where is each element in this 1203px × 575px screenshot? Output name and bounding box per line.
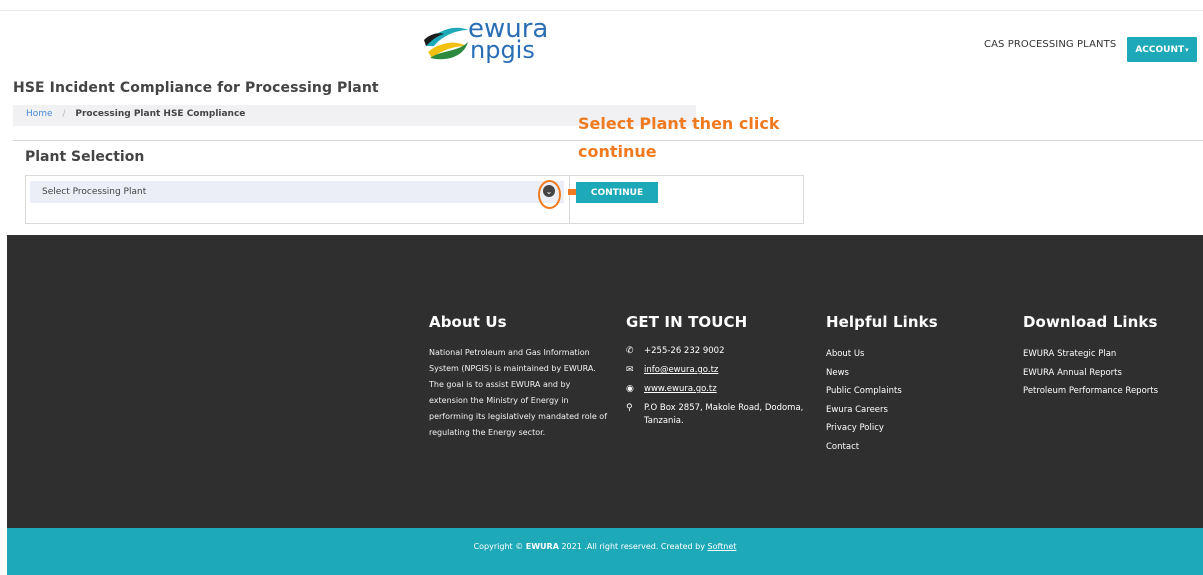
contact-address: P.O Box 2857, Makole Road, Dodoma, Tanza… [644, 403, 804, 426]
logo-text-npgis: npgis [470, 36, 535, 64]
footer-contact-column: GET IN TOUCH ✆ +255-26 232 9002 ✉ info@e… [626, 313, 806, 434]
footer-about-column: About Us National Petroleum and Gas Info… [429, 313, 609, 441]
copyright-brand: EWURA [525, 542, 559, 551]
footer-about-text: National Petroleum and Gas Information S… [429, 348, 608, 437]
download-link-strategic-plan[interactable]: EWURA Strategic Plan [1023, 345, 1203, 364]
copyright-text: Copyright © EWURA 2021 .All right reserv… [7, 542, 1203, 551]
breadcrumb-separator: / [62, 109, 66, 119]
section-title-plant-selection: Plant Selection [25, 149, 145, 165]
contact-website-link[interactable]: www.ewura.go.tz [644, 383, 717, 396]
contact-phone-row: ✆ +255-26 232 9002 [626, 345, 806, 358]
footer-copyright-bar: Copyright © EWURA 2021 .All right reserv… [7, 528, 1203, 575]
page-title: HSE Incident Compliance for Processing P… [13, 80, 379, 96]
footer-contact-heading: GET IN TOUCH [626, 313, 748, 331]
globe-icon: ◉ [626, 384, 634, 394]
highlight-circle [538, 180, 561, 209]
map-pin-icon: ⚲ [626, 403, 633, 413]
breadcrumb-home-link[interactable]: Home [26, 109, 53, 119]
account-label: ACCOUNT [1135, 44, 1185, 55]
copyright-prefix: Copyright © [473, 542, 524, 551]
footer-link-contact[interactable]: Contact [826, 438, 976, 457]
footer-download-heading: Download Links [1023, 313, 1158, 331]
contact-website-row: ◉ www.ewura.go.tz [626, 383, 806, 396]
envelope-icon: ✉ [626, 365, 634, 375]
footer-link-news[interactable]: News [826, 364, 976, 383]
caret-down-icon: ▾ [1185, 45, 1189, 54]
contact-address-row: ⚲ P.O Box 2857, Makole Road, Dodoma, Tan… [626, 402, 806, 428]
header-top-border [0, 10, 1203, 11]
footer-about-heading: About Us [429, 313, 507, 331]
footer-download-links-column: Download Links EWURA Strategic Plan EWUR… [1023, 313, 1203, 401]
footer-helpful-links-column: Helpful Links About Us News Public Compl… [826, 313, 976, 456]
footer-link-public-complaints[interactable]: Public Complaints [826, 382, 976, 401]
download-link-annual-reports[interactable]: EWURA Annual Reports [1023, 364, 1203, 383]
nav-cas-processing-plants[interactable]: CAS PROCESSING PLANTS [984, 39, 1116, 50]
footer-link-ewura-careers[interactable]: Ewura Careers [826, 401, 976, 420]
annotation-line-1: Select Plant then click [578, 114, 780, 133]
processing-plant-select[interactable]: Select Processing Plant [30, 181, 564, 203]
contact-email-link[interactable]: info@ewura.go.tz [644, 364, 718, 377]
section-divider [13, 140, 1203, 141]
breadcrumb-current: Processing Plant HSE Compliance [75, 109, 246, 119]
instruction-annotation: Select Plant then click continue [578, 110, 779, 166]
copyright-creator-link[interactable]: Softnet [708, 542, 737, 551]
copyright-middle: 2021 .All right reserved. Created by [561, 542, 705, 551]
contact-phone: +255-26 232 9002 [644, 346, 725, 356]
footer-link-privacy-policy[interactable]: Privacy Policy [826, 419, 976, 438]
footer-helpful-heading: Helpful Links [826, 313, 938, 331]
account-dropdown-button[interactable]: ACCOUNT ▾ [1127, 37, 1197, 62]
annotation-line-2: continue [578, 142, 657, 161]
footer-link-about-us[interactable]: About Us [826, 345, 976, 364]
download-link-performance-reports[interactable]: Petroleum Performance Reports [1023, 382, 1203, 401]
phone-icon: ✆ [626, 346, 634, 356]
form-column-divider [569, 175, 570, 224]
contact-email-row: ✉ info@ewura.go.tz [626, 364, 806, 377]
continue-button[interactable]: CONTINUE [576, 182, 658, 203]
